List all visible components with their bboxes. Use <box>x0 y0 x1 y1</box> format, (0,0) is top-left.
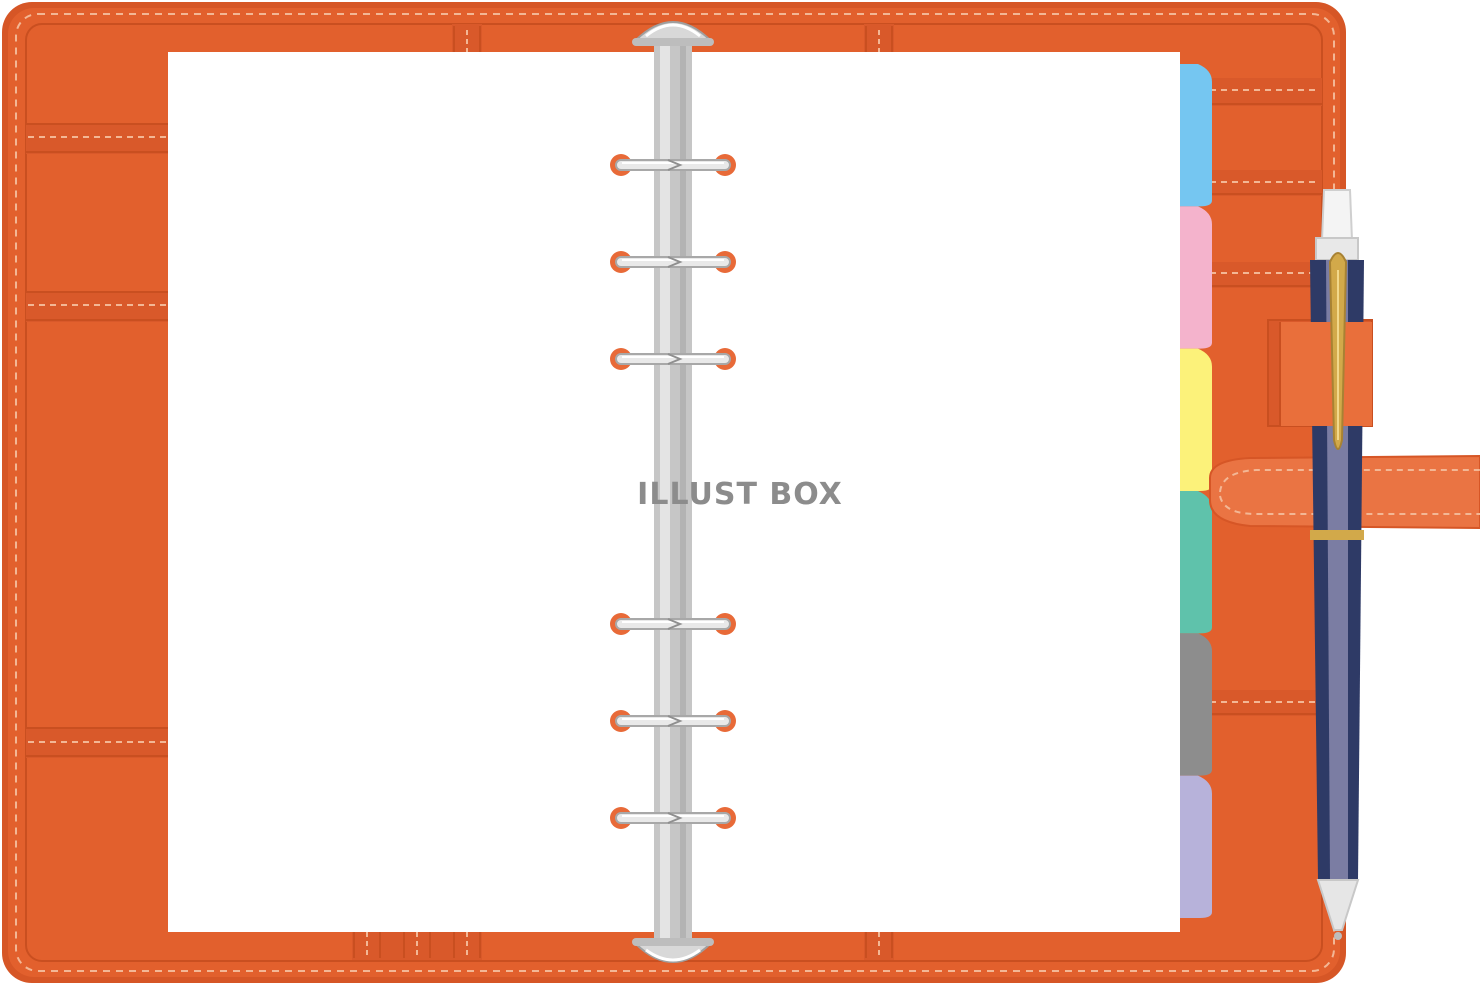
gray-tab <box>1176 633 1212 776</box>
blue-tab <box>1176 64 1212 207</box>
watermark-logo: ILLUST BOX <box>637 477 843 512</box>
yellow-tab <box>1176 348 1212 491</box>
teal-tab <box>1176 491 1212 634</box>
lavender-tab <box>1176 775 1212 918</box>
pen-loop-front <box>1279 322 1372 426</box>
pink-tab <box>1176 206 1212 349</box>
